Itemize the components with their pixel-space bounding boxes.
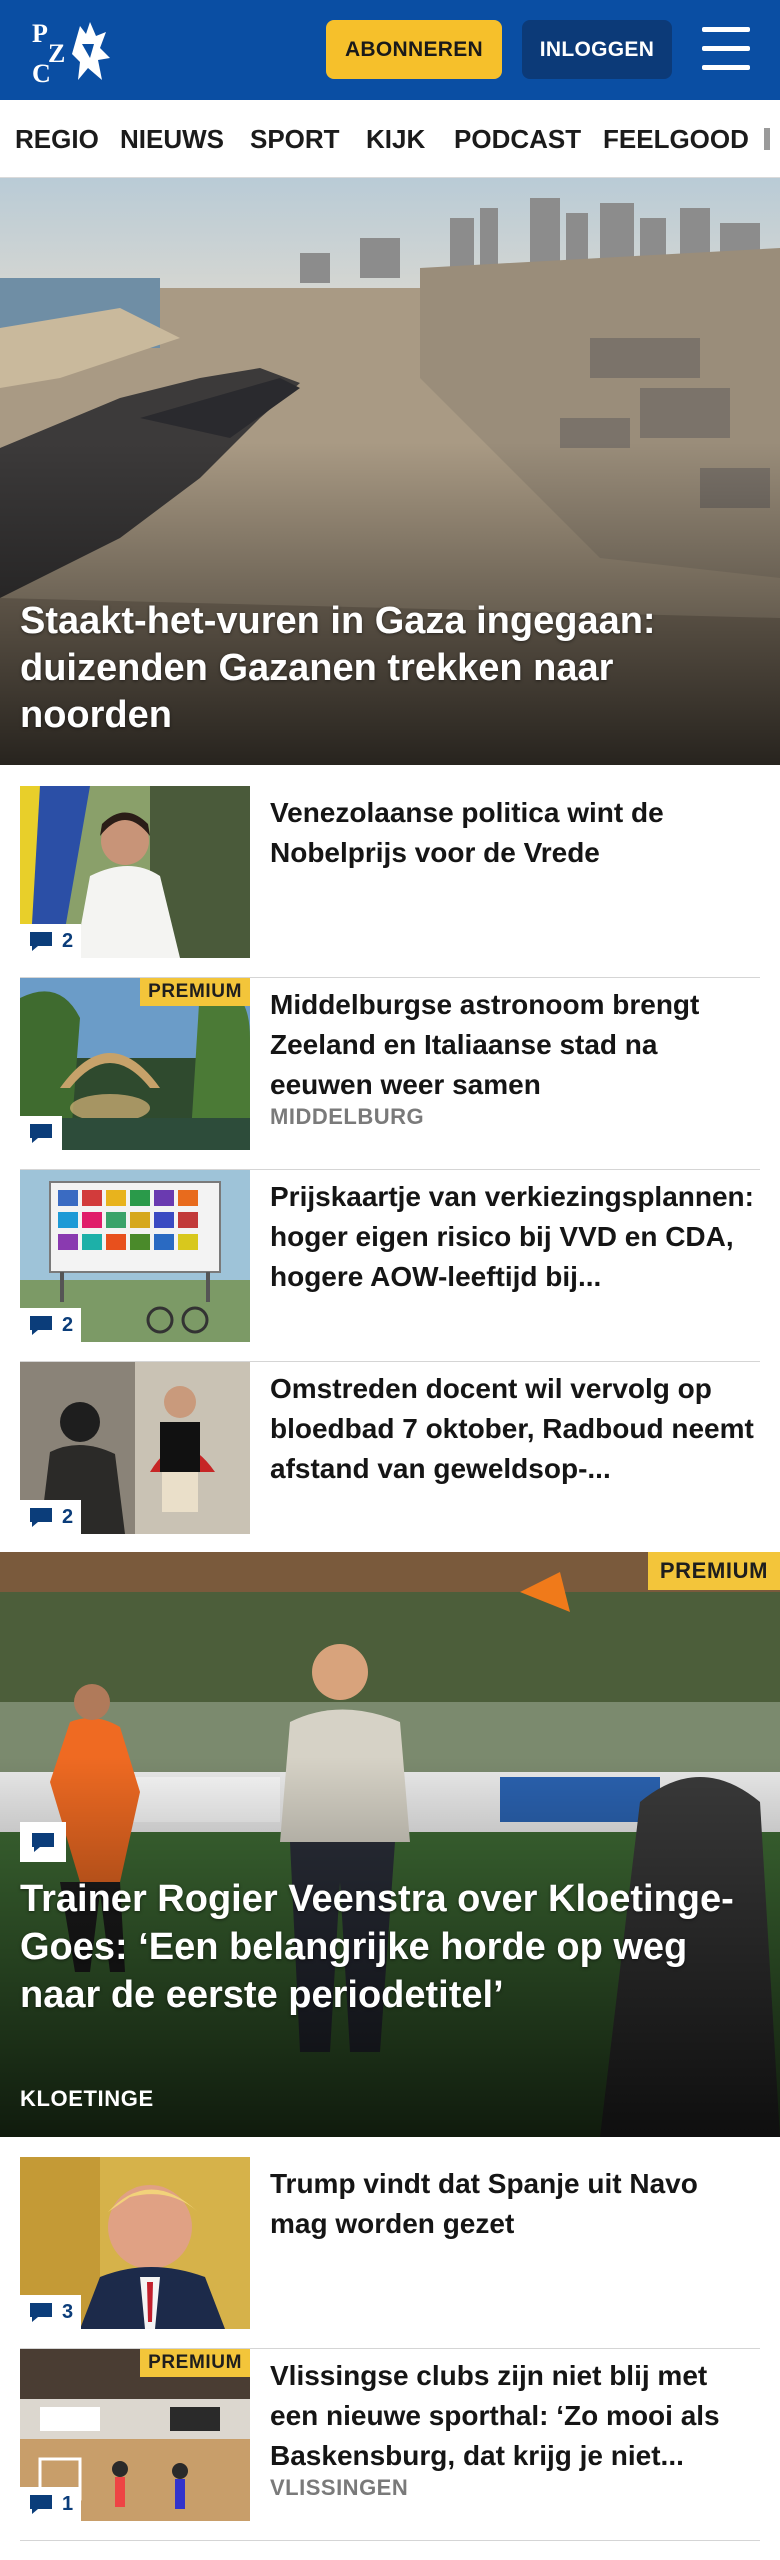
section-nav: REGIO NIEUWS SPORT KIJK PODCAST FEELGOOD (0, 100, 780, 178)
article-title[interactable]: Omstreden docent wil vervolg op bloedbad… (270, 1369, 760, 1489)
comment-icon (32, 1833, 54, 1852)
comment-icon (30, 2495, 52, 2514)
top-bar: P Z C ABONNEREN INLOGGEN (0, 0, 780, 100)
feature-location: KLOETINGE (20, 2086, 154, 2111)
article-thumbnail: 2 (20, 1170, 250, 1342)
article-thumbnail: 2 (20, 1362, 250, 1534)
comment-count: 2 (20, 1308, 82, 1342)
list-item[interactable]: 2 Omstreden docent wil vervolg op bloedb… (20, 1362, 760, 1554)
hero-title[interactable]: Staakt-het-vuren in Gaza ingegaan: duize… (20, 598, 760, 739)
list-item[interactable]: 2 Prijskaartje van verkiezingsplan­nen: … (20, 1170, 760, 1362)
article-title[interactable]: Prijskaartje van verkiezingsplan­nen: ho… (270, 1177, 760, 1297)
comment-count: 1 (20, 2487, 82, 2521)
article-thumbnail: 2 (20, 786, 250, 958)
login-button[interactable]: INLOGGEN (522, 20, 672, 79)
nav-item-nieuws[interactable]: NIEUWS (120, 100, 224, 177)
comment-icon (30, 2303, 52, 2322)
article-title[interactable]: Trump vindt dat Spanje uit Navo mag word… (270, 2164, 760, 2244)
feature-image (0, 1552, 780, 2137)
nav-overflow-indicator (764, 128, 770, 150)
hero-article[interactable]: Staakt-het-vuren in Gaza ingegaan: duize… (0, 178, 780, 765)
list-item[interactable]: 2 Venezolaanse politica wint de Nobelpri… (20, 786, 760, 978)
nav-item-feelgood[interactable]: FEELGOOD (603, 100, 749, 177)
article-thumbnail: PREMIUM 1 (20, 2349, 250, 2521)
pzc-logo[interactable]: P Z C (28, 14, 114, 86)
comment-icon (30, 932, 52, 951)
nav-fade (760, 100, 780, 177)
article-thumbnail: PREMIUM (20, 978, 250, 1150)
subscribe-button[interactable]: ABONNEREN (326, 20, 502, 79)
list-item[interactable]: 3 Trump vindt dat Spanje uit Navo mag wo… (20, 2157, 760, 2349)
list-item[interactable]: PREMIUM 1 Vlissingse clubs zijn niet bli… (20, 2349, 760, 2541)
article-thumbnail: 3 (20, 2157, 250, 2329)
comment-icon (30, 1124, 52, 1143)
nav-item-podcast[interactable]: PODCAST (454, 100, 581, 177)
list-item[interactable]: PREMIUM Middelburgse astronoom brengt Ze… (20, 978, 760, 1170)
article-title[interactable]: Venezolaanse politica wint de Nobelprijs… (270, 793, 760, 873)
feature-article[interactable]: PREMIUM Trainer Rogier Veenstra over Klo… (0, 1552, 780, 2137)
feature-title[interactable]: Trainer Rogier Veenstra over Kloetinge-G… (20, 1875, 765, 2019)
svg-text:C: C (32, 59, 51, 86)
premium-badge: PREMIUM (647, 1552, 780, 1590)
nav-item-kijk[interactable]: KIJK (366, 100, 425, 177)
nav-item-sport[interactable]: SPORT (250, 100, 340, 177)
comment-count (20, 1116, 62, 1150)
comment-count (20, 1822, 66, 1862)
article-location: VLISSINGEN (270, 2475, 409, 2500)
comment-count: 2 (20, 924, 82, 958)
comment-count: 2 (20, 1500, 82, 1534)
article-title[interactable]: Middelburgse astronoom brengt Zeeland en… (270, 985, 760, 1105)
article-title[interactable]: Vlissingse clubs zijn niet blij met een … (270, 2356, 760, 2476)
svg-text:P: P (32, 19, 48, 48)
article-location: MIDDELBURG (270, 1104, 425, 1129)
comment-icon (30, 1316, 52, 1335)
nav-item-regio[interactable]: REGIO (15, 100, 99, 177)
comment-icon (30, 1508, 52, 1527)
premium-badge: PREMIUM (140, 978, 250, 1006)
hamburger-menu-icon[interactable] (700, 25, 752, 73)
premium-badge: PREMIUM (140, 2349, 250, 2377)
comment-count: 3 (20, 2295, 82, 2329)
